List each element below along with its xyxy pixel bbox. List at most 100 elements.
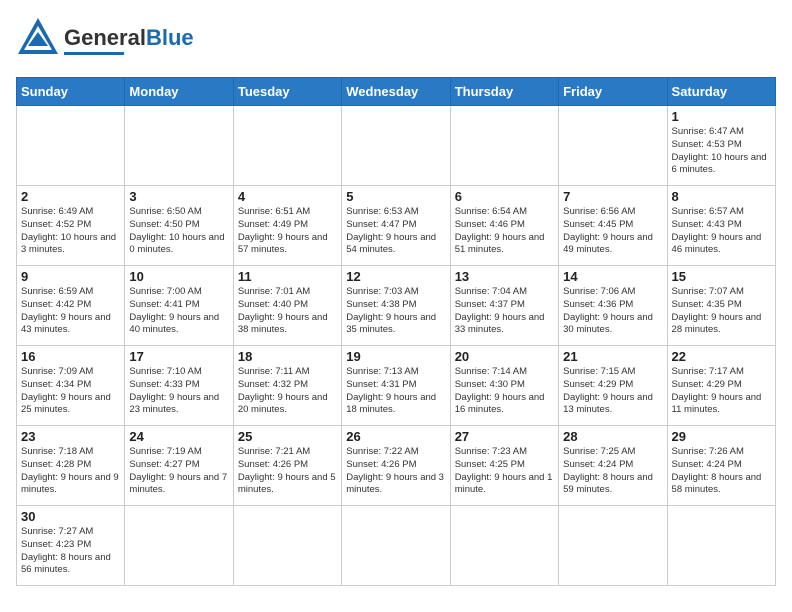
day-info: Sunrise: 6:50 AM Sunset: 4:50 PM Dayligh…: [129, 206, 228, 257]
day-info: Sunrise: 6:51 AM Sunset: 4:49 PM Dayligh…: [238, 206, 337, 257]
calendar-day-8: 8 Sunrise: 6:57 AM Sunset: 4:43 PM Daylig…: [667, 186, 775, 266]
day-info: Sunrise: 7:26 AM Sunset: 4:24 PM Dayligh…: [672, 446, 771, 497]
calendar-week-row: 16Sunrise: 7:09 AM Sunset: 4:34 PM Dayli…: [17, 346, 776, 426]
day-number: 26: [346, 429, 445, 444]
day-number: 28: [563, 429, 662, 444]
calendar-day-16: 16Sunrise: 7:09 AM Sunset: 4:34 PM Dayli…: [17, 346, 125, 426]
calendar-day-25: 25Sunrise: 7:21 AM Sunset: 4:26 PM Dayli…: [233, 426, 341, 506]
calendar-week-row: 2 Sunrise: 6:49 AM Sunset: 4:52 PM Daylig…: [17, 186, 776, 266]
day-number: 2: [21, 189, 120, 204]
weekday-header-thursday: Thursday: [450, 78, 558, 106]
day-info: Sunrise: 7:07 AM Sunset: 4:35 PM Dayligh…: [672, 286, 771, 337]
weekday-header-friday: Friday: [559, 78, 667, 106]
day-number: 15: [672, 269, 771, 284]
day-number: 19: [346, 349, 445, 364]
day-number: 22: [672, 349, 771, 364]
calendar-day-26: 26 Sunrise: 7:22 AM Sunset: 4:26 PM Dayli…: [342, 426, 450, 506]
day-number: 30: [21, 509, 120, 524]
empty-calendar-cell: [342, 506, 450, 586]
day-info: Sunrise: 7:13 AM Sunset: 4:31 PM Dayligh…: [346, 366, 445, 417]
calendar-day-13: 13 Sunrise: 7:04 AM Sunset: 4:37 PM Dayli…: [450, 266, 558, 346]
empty-calendar-cell: [125, 506, 233, 586]
weekday-header-monday: Monday: [125, 78, 233, 106]
calendar-day-4: 4 Sunrise: 6:51 AM Sunset: 4:49 PM Daylig…: [233, 186, 341, 266]
day-number: 20: [455, 349, 554, 364]
day-info: Sunrise: 6:59 AM Sunset: 4:42 PM Dayligh…: [21, 286, 120, 337]
general-blue-logo-icon: [16, 16, 60, 65]
day-number: 17: [129, 349, 228, 364]
day-number: 18: [238, 349, 337, 364]
day-number: 5: [346, 189, 445, 204]
calendar-day-9: 9 Sunrise: 6:59 AM Sunset: 4:42 PM Daylig…: [17, 266, 125, 346]
day-info: Sunrise: 7:03 AM Sunset: 4:38 PM Dayligh…: [346, 286, 445, 337]
calendar-day-17: 17 Sunrise: 7:10 AM Sunset: 4:33 PM Dayli…: [125, 346, 233, 426]
day-info: Sunrise: 6:49 AM Sunset: 4:52 PM Dayligh…: [21, 206, 120, 257]
calendar-day-10: 10 Sunrise: 7:00 AM Sunset: 4:41 PM Dayli…: [125, 266, 233, 346]
day-info: Sunrise: 7:00 AM Sunset: 4:41 PM Dayligh…: [129, 286, 228, 337]
logo-text: GeneralBlue: [64, 27, 194, 49]
weekday-header-row: SundayMondayTuesdayWednesdayThursdayFrid…: [17, 78, 776, 106]
empty-calendar-cell: [233, 506, 341, 586]
day-info: Sunrise: 7:10 AM Sunset: 4:33 PM Dayligh…: [129, 366, 228, 417]
day-number: 8: [672, 189, 771, 204]
day-number: 9: [21, 269, 120, 284]
logo-area: GeneralBlue: [16, 16, 194, 65]
day-info: Sunrise: 7:18 AM Sunset: 4:28 PM Dayligh…: [21, 446, 120, 497]
day-number: 6: [455, 189, 554, 204]
calendar-day-18: 18 Sunrise: 7:11 AM Sunset: 4:32 PM Dayli…: [233, 346, 341, 426]
day-number: 13: [455, 269, 554, 284]
empty-calendar-cell: [450, 106, 558, 186]
calendar-day-19: 19 Sunrise: 7:13 AM Sunset: 4:31 PM Dayli…: [342, 346, 450, 426]
day-number: 25: [238, 429, 337, 444]
day-info: Sunrise: 7:17 AM Sunset: 4:29 PM Dayligh…: [672, 366, 771, 417]
calendar-week-row: 30Sunrise: 7:27 AM Sunset: 4:23 PM Dayli…: [17, 506, 776, 586]
page-header: GeneralBlue: [16, 16, 776, 65]
day-number: 29: [672, 429, 771, 444]
day-info: Sunrise: 7:23 AM Sunset: 4:25 PM Dayligh…: [455, 446, 554, 497]
empty-calendar-cell: [17, 106, 125, 186]
empty-calendar-cell: [450, 506, 558, 586]
weekday-header-tuesday: Tuesday: [233, 78, 341, 106]
day-number: 27: [455, 429, 554, 444]
calendar-day-20: 20 Sunrise: 7:14 AM Sunset: 4:30 PM Dayli…: [450, 346, 558, 426]
day-info: Sunrise: 7:15 AM Sunset: 4:29 PM Dayligh…: [563, 366, 662, 417]
calendar-day-12: 12 Sunrise: 7:03 AM Sunset: 4:38 PM Dayli…: [342, 266, 450, 346]
calendar-day-23: 23Sunrise: 7:18 AM Sunset: 4:28 PM Dayli…: [17, 426, 125, 506]
day-info: Sunrise: 7:04 AM Sunset: 4:37 PM Dayligh…: [455, 286, 554, 337]
calendar-day-5: 5Sunrise: 6:53 AM Sunset: 4:47 PM Daylig…: [342, 186, 450, 266]
calendar-week-row: 1Sunrise: 6:47 AM Sunset: 4:53 PM Daylig…: [17, 106, 776, 186]
day-info: Sunrise: 7:19 AM Sunset: 4:27 PM Dayligh…: [129, 446, 228, 497]
day-info: Sunrise: 7:22 AM Sunset: 4:26 PM Dayligh…: [346, 446, 445, 497]
calendar-table: SundayMondayTuesdayWednesdayThursdayFrid…: [16, 77, 776, 586]
day-number: 21: [563, 349, 662, 364]
empty-calendar-cell: [233, 106, 341, 186]
day-number: 7: [563, 189, 662, 204]
calendar-day-2: 2 Sunrise: 6:49 AM Sunset: 4:52 PM Daylig…: [17, 186, 125, 266]
day-info: Sunrise: 7:14 AM Sunset: 4:30 PM Dayligh…: [455, 366, 554, 417]
day-info: Sunrise: 7:09 AM Sunset: 4:34 PM Dayligh…: [21, 366, 120, 417]
weekday-header-saturday: Saturday: [667, 78, 775, 106]
calendar-day-3: 3Sunrise: 6:50 AM Sunset: 4:50 PM Daylig…: [125, 186, 233, 266]
day-info: Sunrise: 7:25 AM Sunset: 4:24 PM Dayligh…: [563, 446, 662, 497]
calendar-week-row: 23Sunrise: 7:18 AM Sunset: 4:28 PM Dayli…: [17, 426, 776, 506]
day-number: 11: [238, 269, 337, 284]
calendar-day-29: 29 Sunrise: 7:26 AM Sunset: 4:24 PM Dayli…: [667, 426, 775, 506]
day-info: Sunrise: 7:11 AM Sunset: 4:32 PM Dayligh…: [238, 366, 337, 417]
day-number: 4: [238, 189, 337, 204]
calendar-day-30: 30Sunrise: 7:27 AM Sunset: 4:23 PM Dayli…: [17, 506, 125, 586]
calendar-day-7: 7 Sunrise: 6:56 AM Sunset: 4:45 PM Daylig…: [559, 186, 667, 266]
day-number: 10: [129, 269, 228, 284]
calendar-week-row: 9 Sunrise: 6:59 AM Sunset: 4:42 PM Daylig…: [17, 266, 776, 346]
day-info: Sunrise: 6:57 AM Sunset: 4:43 PM Dayligh…: [672, 206, 771, 257]
day-info: Sunrise: 6:56 AM Sunset: 4:45 PM Dayligh…: [563, 206, 662, 257]
day-number: 14: [563, 269, 662, 284]
day-info: Sunrise: 7:01 AM Sunset: 4:40 PM Dayligh…: [238, 286, 337, 337]
calendar-day-22: 22 Sunrise: 7:17 AM Sunset: 4:29 PM Dayli…: [667, 346, 775, 426]
day-number: 12: [346, 269, 445, 284]
calendar-day-28: 28 Sunrise: 7:25 AM Sunset: 4:24 PM Dayli…: [559, 426, 667, 506]
calendar-day-21: 21 Sunrise: 7:15 AM Sunset: 4:29 PM Dayli…: [559, 346, 667, 426]
calendar-day-24: 24Sunrise: 7:19 AM Sunset: 4:27 PM Dayli…: [125, 426, 233, 506]
empty-calendar-cell: [125, 106, 233, 186]
logo-underline: [64, 52, 124, 55]
weekday-header-wednesday: Wednesday: [342, 78, 450, 106]
